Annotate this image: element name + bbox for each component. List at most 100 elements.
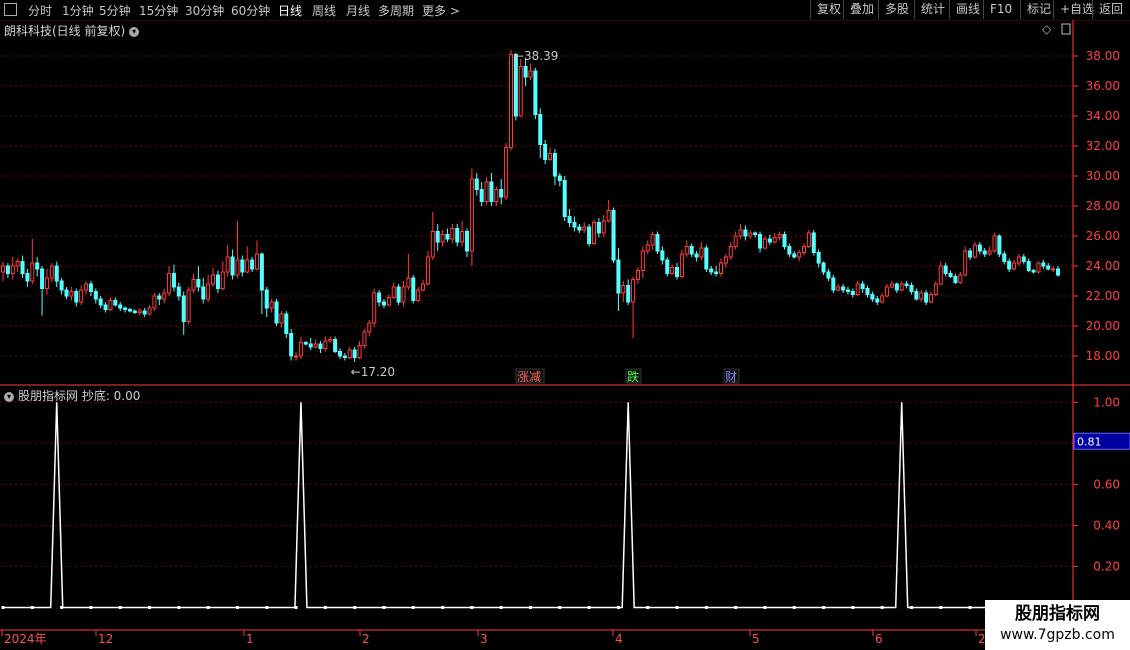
candle-body (518, 66, 523, 117)
indicator-baseline-dot (704, 605, 708, 609)
candle-body (816, 252, 821, 264)
indicator-baseline-dot (1, 605, 5, 609)
candle-body (806, 232, 811, 247)
candle-body (728, 246, 733, 258)
candle-body (797, 252, 802, 258)
candle-body (645, 244, 650, 252)
price-tick-label: 28.00 (1086, 199, 1120, 213)
candle-body (259, 253, 264, 291)
indicator-baseline-dot (118, 605, 122, 609)
indicator-baseline-dot (382, 605, 386, 609)
candle-body (723, 256, 728, 264)
indicator-baseline-dot (529, 605, 532, 609)
price-tick-label: 36.00 (1086, 79, 1120, 93)
candle-body (401, 286, 406, 303)
indicator-baseline-dot (851, 605, 855, 609)
candle-body (601, 220, 606, 234)
candle-body (357, 345, 362, 358)
candle-body (1021, 256, 1026, 262)
low-price-label: ←17.20 (351, 365, 395, 379)
candle-body (977, 244, 982, 252)
candle-body (215, 274, 220, 289)
candle-body (792, 253, 797, 258)
price-tick-label: 26.00 (1086, 229, 1120, 243)
candle-body (347, 349, 352, 358)
candle-body (386, 297, 391, 306)
candle-body (191, 279, 196, 291)
candle-body (704, 247, 709, 270)
candle-body (543, 144, 548, 160)
candle-body (938, 265, 943, 285)
candle-body (40, 268, 45, 289)
candle-body (870, 294, 875, 300)
indicator-baseline-dot (558, 605, 562, 609)
candle-body (15, 261, 20, 267)
candle-body (582, 226, 587, 231)
candle-body (196, 279, 201, 288)
candle-body (718, 262, 724, 274)
candle-body (694, 253, 699, 258)
candle-body (298, 342, 303, 357)
candle-body (943, 265, 948, 274)
candle-body (997, 235, 1002, 255)
candle-body (1016, 256, 1021, 264)
candle-body (1055, 268, 1061, 276)
indicator-baseline-dot (470, 605, 474, 609)
candle-body (435, 231, 440, 243)
candle-body (533, 70, 538, 115)
candle-body (425, 256, 430, 285)
candle-body (220, 271, 225, 289)
indicator-baseline-dot (734, 605, 738, 609)
candle-body (411, 277, 416, 301)
candle-body (933, 283, 938, 295)
candle-body (777, 234, 782, 238)
candle-body (308, 343, 313, 348)
candle-body (362, 331, 367, 346)
candle-body (484, 181, 489, 202)
candle-body (337, 351, 343, 357)
candle-body (831, 277, 836, 291)
candle-body (875, 298, 880, 303)
candle-body (885, 286, 890, 297)
indicator-baseline-dot (265, 605, 269, 609)
candle-body (93, 291, 98, 300)
candle-body (987, 250, 992, 255)
indicator-baseline-dot (235, 605, 239, 609)
candle-body (230, 256, 235, 276)
candle-body (508, 54, 513, 148)
candle-body (909, 285, 914, 292)
candle-body (254, 253, 259, 270)
candle-body (44, 277, 49, 289)
candle-body (171, 273, 176, 288)
high-price-label: ←38.39 (514, 49, 558, 63)
candle-body (675, 267, 680, 277)
candle-body (591, 222, 597, 244)
candle-body (294, 355, 299, 358)
candle-body (611, 210, 616, 261)
candle-body (479, 189, 484, 202)
price-tick-label: 24.00 (1086, 259, 1120, 273)
candle-body (152, 295, 157, 309)
candle-body (836, 286, 841, 291)
candle-body (538, 114, 543, 145)
watermark-url: www.7gpzb.com (1000, 627, 1115, 643)
candle-body (572, 222, 577, 228)
candle-body (924, 292, 929, 303)
watermark-title: 股朋指标网 (1015, 604, 1100, 624)
kline-chart[interactable]: 18.00 20.00 22.00 24.00 26.00 28.00 30.00 32.00… (0, 0, 1130, 650)
candle-body (665, 259, 670, 274)
candle-body (245, 259, 250, 273)
diamond-icon: ◇ (1042, 22, 1052, 36)
event-marker-2: 财 (725, 370, 737, 384)
candle-body (372, 292, 377, 324)
candle-body (406, 277, 411, 288)
candle-body (25, 273, 30, 282)
candle-body (445, 234, 450, 240)
candle-body (455, 228, 460, 243)
candle-body (821, 262, 826, 273)
candle-body (10, 265, 15, 274)
candle-body (748, 232, 753, 237)
candle-body (127, 309, 133, 312)
candle-body (635, 270, 640, 280)
candle-body (1046, 265, 1051, 270)
